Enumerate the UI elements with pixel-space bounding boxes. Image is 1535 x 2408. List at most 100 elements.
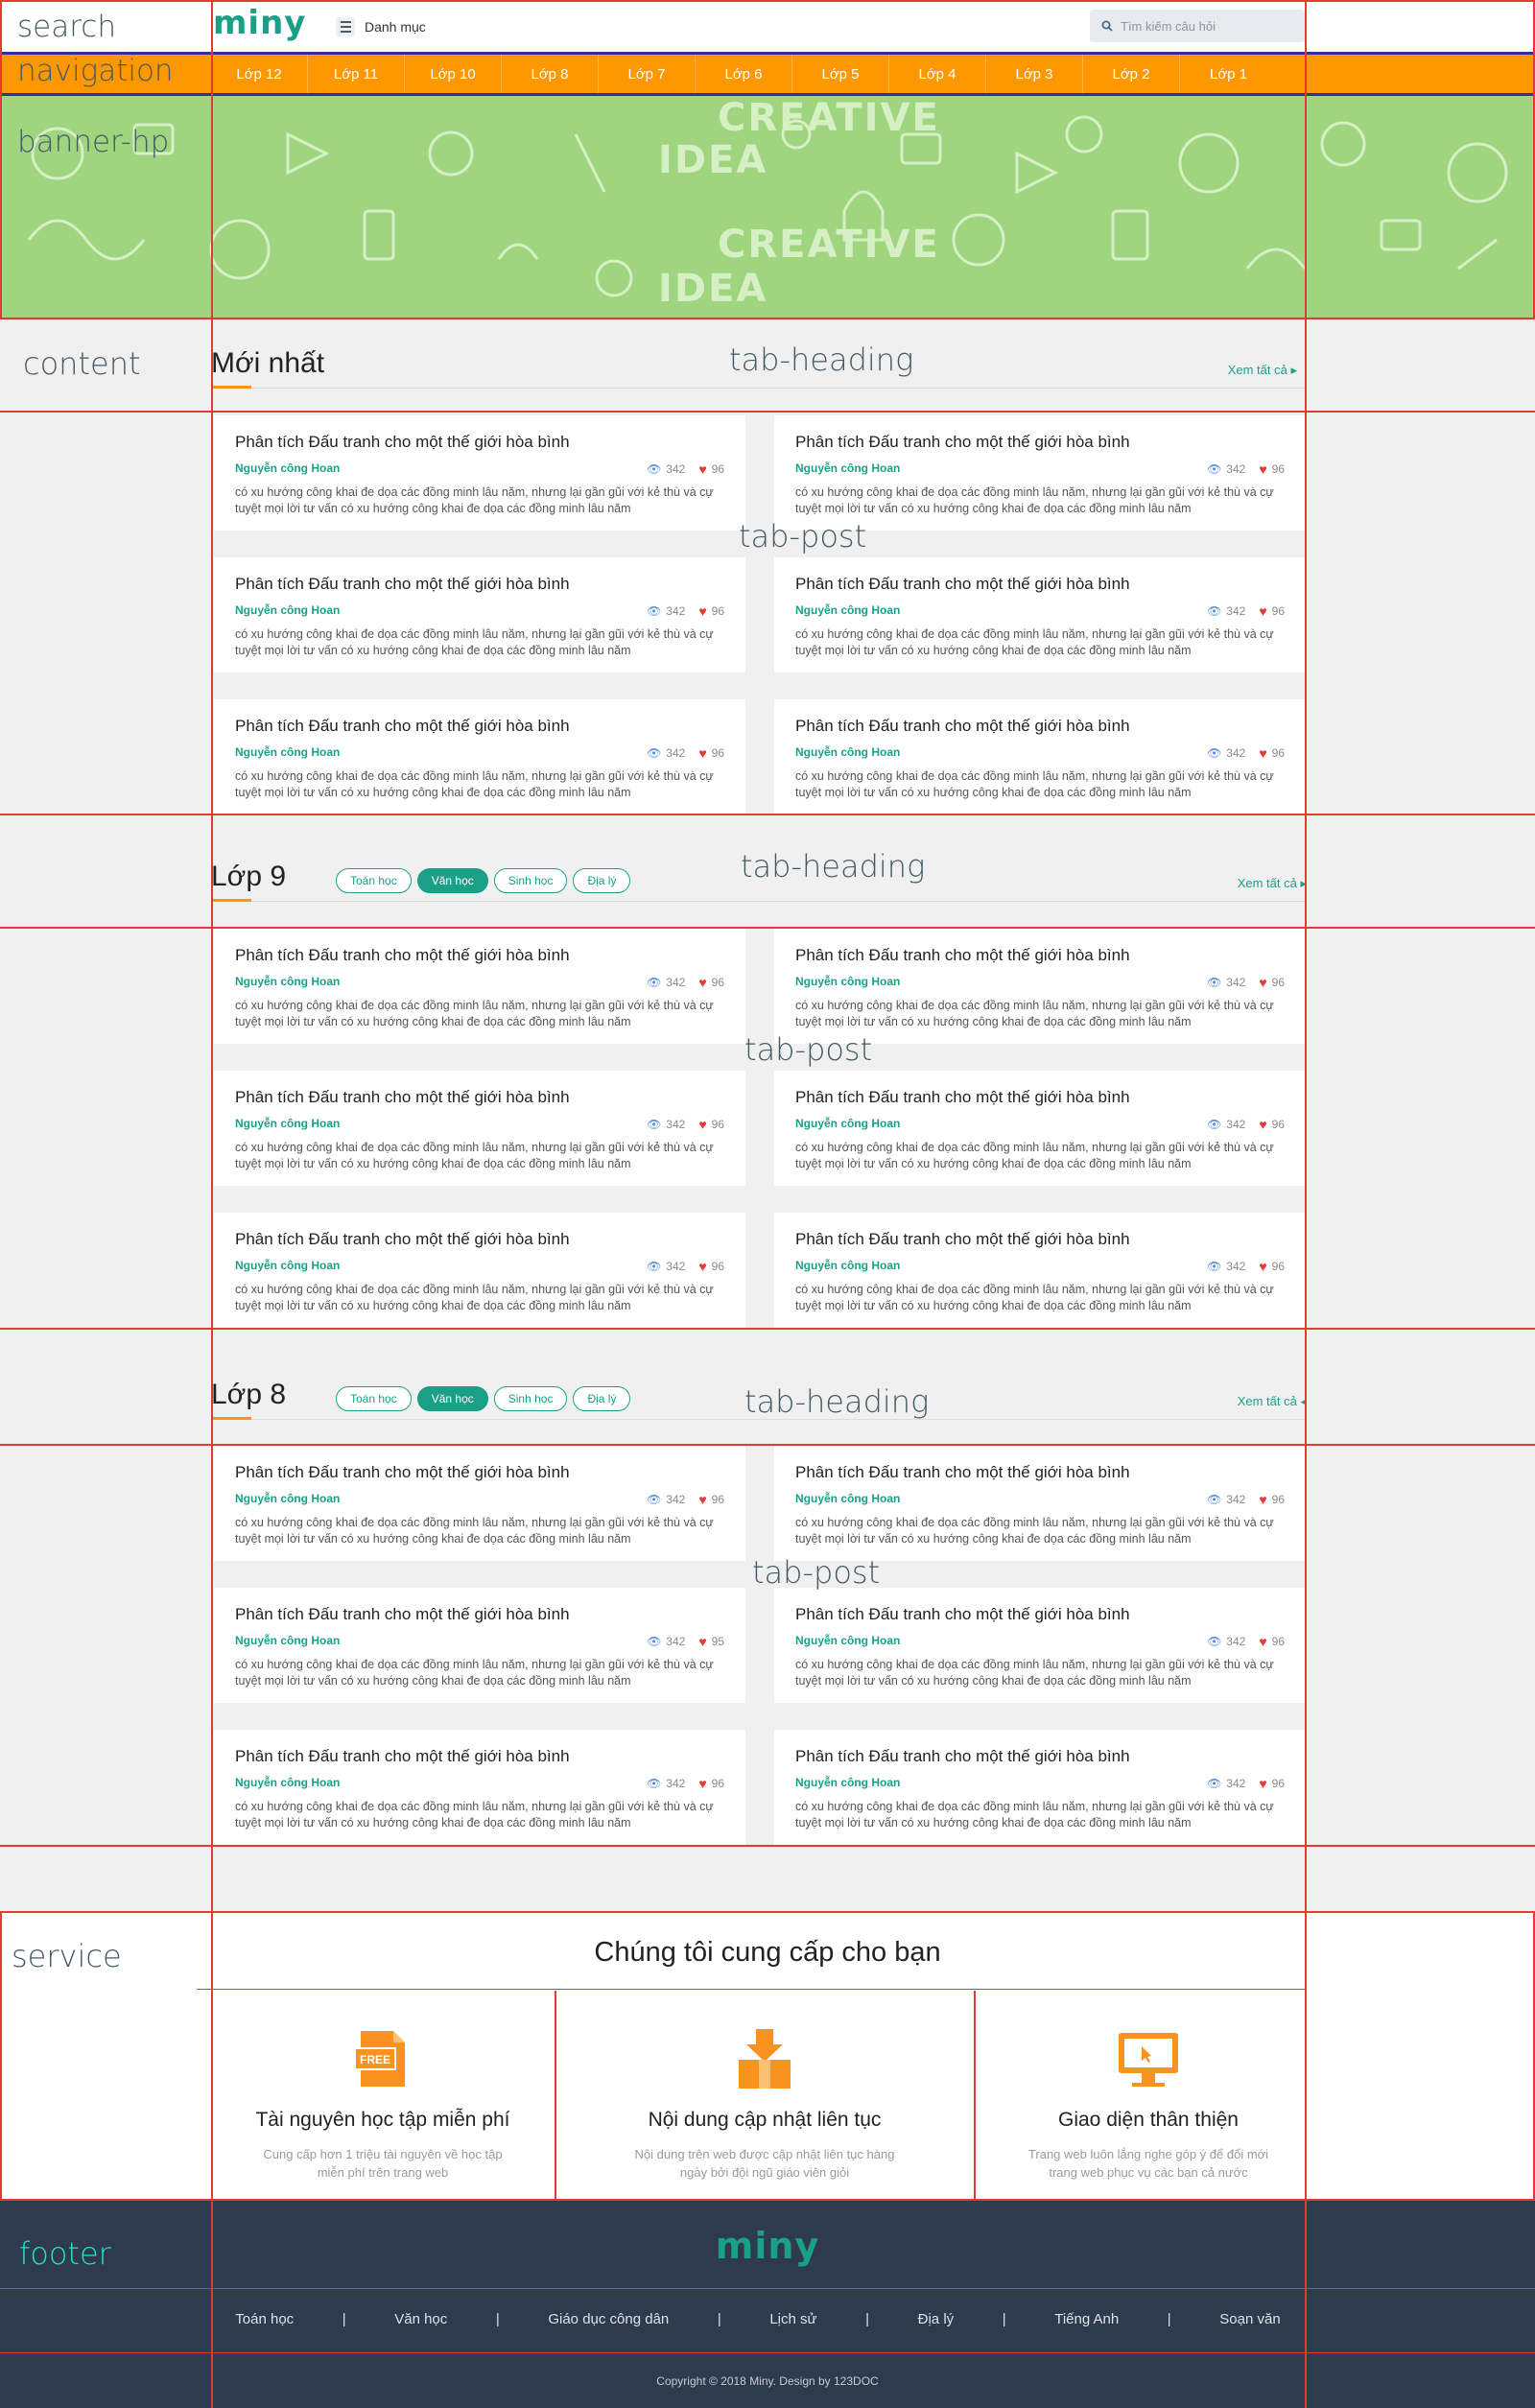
post-card[interactable]: Phân tích Đấu tranh cho một thế giới hòa… [214, 1588, 745, 1703]
nav-item[interactable]: Lớp 7 [599, 55, 696, 93]
post-author[interactable]: Nguyễn công Hoan [235, 1776, 340, 1791]
subject-tab[interactable]: Địa lý [573, 1386, 631, 1411]
post-author[interactable]: Nguyễn công Hoan [795, 745, 900, 761]
subject-tab[interactable]: Văn học [416, 1386, 488, 1411]
post-title[interactable]: Phân tích Đấu tranh cho một thế giới hòa… [235, 946, 724, 965]
post-author[interactable]: Nguyễn công Hoan [795, 1776, 900, 1791]
site-logo[interactable]: miny [213, 6, 306, 40]
post-title[interactable]: Phân tích Đấu tranh cho một thế giới hòa… [235, 1747, 724, 1766]
section-title: Mới nhất [211, 347, 325, 379]
post-author[interactable]: Nguyễn công Hoan [795, 603, 900, 619]
post-author[interactable]: Nguyễn công Hoan [795, 1634, 900, 1649]
subject-tab[interactable]: Sinh học [493, 868, 568, 893]
post-title[interactable]: Phân tích Đấu tranh cho một thế giới hòa… [235, 575, 724, 594]
nav-item[interactable]: Lớp 2 [1083, 55, 1180, 93]
footer-link[interactable]: Văn học [394, 2311, 447, 2327]
post-author[interactable]: Nguyễn công Hoan [235, 745, 340, 761]
post-card[interactable]: Phân tích Đấu tranh cho một thế giới hòa… [774, 415, 1306, 531]
post-title[interactable]: Phân tích Đấu tranh cho một thế giới hòa… [235, 1605, 724, 1624]
post-title[interactable]: Phân tích Đấu tranh cho một thế giới hòa… [795, 1230, 1285, 1249]
post-card[interactable]: Phân tích Đấu tranh cho một thế giới hòa… [774, 1588, 1306, 1703]
post-card[interactable]: Phân tích Đấu tranh cho một thế giới hòa… [774, 1446, 1306, 1561]
post-title[interactable]: Phân tích Đấu tranh cho một thế giới hòa… [795, 575, 1285, 594]
post-card[interactable]: Phân tích Đấu tranh cho một thế giới hòa… [214, 1730, 745, 1845]
post-author[interactable]: Nguyễn công Hoan [235, 603, 340, 619]
subject-tab[interactable]: Sinh học [493, 1386, 568, 1411]
post-card[interactable]: Phân tích Đấu tranh cho một thế giới hòa… [214, 1071, 745, 1186]
search-box[interactable]: Tìm kiếm câu hỏi [1090, 10, 1305, 42]
see-all-link[interactable]: Xem tất cả ◂ [1238, 1394, 1307, 1409]
post-card[interactable]: Phân tích Đấu tranh cho một thế giới hòa… [214, 415, 745, 531]
post-author[interactable]: Nguyễn công Hoan [795, 461, 900, 477]
post-excerpt: có xu hướng công khai đe dọa các đồng mi… [795, 769, 1274, 799]
post-title[interactable]: Phân tích Đấu tranh cho một thế giới hòa… [235, 433, 724, 452]
post-title[interactable]: Phân tích Đấu tranh cho một thế giới hòa… [235, 1088, 724, 1107]
post-title[interactable]: Phân tích Đấu tranh cho một thế giới hòa… [795, 1088, 1285, 1107]
post-card[interactable]: Phân tích Đấu tranh cho một thế giới hòa… [774, 1071, 1306, 1186]
post-title[interactable]: Phân tích Đấu tranh cho một thế giới hòa… [235, 717, 724, 736]
footer-link[interactable]: Toán học [235, 2311, 294, 2327]
service-item-free: FREE Tài nguyên học tập miễn phí Cung cấ… [211, 1993, 555, 2198]
post-author[interactable]: Nguyễn công Hoan [795, 1259, 900, 1274]
post-card[interactable]: Phân tích Đấu tranh cho một thế giới hòa… [774, 699, 1306, 814]
post-author[interactable]: Nguyễn công Hoan [235, 975, 340, 990]
nav-item[interactable]: Lớp 11 [308, 55, 405, 93]
see-all-link[interactable]: Xem tất cả ▸ [1228, 363, 1297, 378]
post-author[interactable]: Nguyễn công Hoan [795, 975, 900, 990]
nav-item[interactable]: Lớp 10 [405, 55, 502, 93]
post-card[interactable]: Phân tích Đấu tranh cho một thế giới hòa… [214, 699, 745, 814]
post-card[interactable]: Phân tích Đấu tranh cho một thế giới hòa… [774, 1213, 1306, 1328]
service-item-title: Giao diện thân thiện [1058, 2109, 1239, 2131]
post-title[interactable]: Phân tích Đấu tranh cho một thế giới hòa… [235, 1230, 724, 1249]
post-card[interactable]: Phân tích Đấu tranh cho một thế giới hòa… [214, 557, 745, 673]
heart-icon: ♥ [698, 1117, 707, 1132]
post-title[interactable]: Phân tích Đấu tranh cho một thế giới hòa… [235, 1463, 724, 1482]
nav-item[interactable]: Lớp 1 [1180, 55, 1277, 93]
post-author[interactable]: Nguyễn công Hoan [795, 1492, 900, 1507]
post-author[interactable]: Nguyễn công Hoan [235, 461, 340, 477]
post-author[interactable]: Nguyễn công Hoan [235, 1259, 340, 1274]
footer-link[interactable]: Giáo dục công dân [548, 2311, 669, 2327]
eye-icon: 👁 [647, 1118, 662, 1131]
subject-tab[interactable]: Địa lý [573, 868, 631, 893]
post-title[interactable]: Phân tích Đấu tranh cho một thế giới hòa… [795, 717, 1285, 736]
post-author[interactable]: Nguyễn công Hoan [235, 1634, 340, 1649]
post-card[interactable]: Phân tích Đấu tranh cho một thế giới hòa… [214, 1213, 745, 1328]
see-all-link[interactable]: Xem tất cả ▸ [1238, 876, 1307, 891]
footer-logo-text: miny [715, 2225, 820, 2267]
post-title[interactable]: Phân tích Đấu tranh cho một thế giới hòa… [795, 1747, 1285, 1766]
post-title[interactable]: Phân tích Đấu tranh cho một thế giới hòa… [795, 1605, 1285, 1624]
category-menu-button[interactable]: Danh mục [336, 17, 426, 36]
service-item-desc: Trang web luôn lắng nghe góp ý để đổi mớ… [1027, 2147, 1269, 2180]
footer-link[interactable]: Địa lý [918, 2311, 955, 2327]
nav-item[interactable]: Lớp 12 [211, 55, 308, 93]
like-count-value: 96 [1271, 1493, 1285, 1506]
post-author[interactable]: Nguyễn công Hoan [235, 1492, 340, 1507]
nav-item[interactable]: Lớp 5 [792, 55, 889, 93]
footer-link[interactable]: Soạn văn [1219, 2311, 1280, 2327]
guide-label: banner-hp [17, 125, 170, 159]
post-title[interactable]: Phân tích Đấu tranh cho một thế giới hòa… [795, 1463, 1285, 1482]
heart-icon: ♥ [1259, 975, 1267, 990]
post-author[interactable]: Nguyễn công Hoan [235, 1117, 340, 1132]
search-input[interactable]: Tìm kiếm câu hỏi [1121, 19, 1216, 34]
footer-link[interactable]: Tiếng Anh [1054, 2311, 1119, 2327]
subject-tab[interactable]: Toán học [336, 868, 412, 893]
nav-item[interactable]: Lớp 6 [696, 55, 792, 93]
nav-item[interactable]: Lớp 3 [986, 55, 1083, 93]
post-title[interactable]: Phân tích Đấu tranh cho một thế giới hòa… [795, 433, 1285, 452]
post-card[interactable]: Phân tích Đấu tranh cho một thế giới hòa… [214, 929, 745, 1044]
post-excerpt: có xu hướng công khai đe dọa các đồng mi… [795, 1658, 1274, 1688]
subject-tab[interactable]: Toán học [336, 1386, 412, 1411]
post-card[interactable]: Phân tích Đấu tranh cho một thế giới hòa… [774, 929, 1306, 1044]
subject-tab[interactable]: Văn học [416, 868, 488, 893]
post-author[interactable]: Nguyễn công Hoan [795, 1117, 900, 1132]
footer-link[interactable]: Lịch sử [769, 2311, 816, 2327]
like-count: ♥ 96 [698, 1776, 724, 1791]
post-title[interactable]: Phân tích Đấu tranh cho một thế giới hòa… [795, 946, 1285, 965]
nav-item[interactable]: Lớp 4 [889, 55, 986, 93]
nav-item[interactable]: Lớp 8 [502, 55, 599, 93]
post-card[interactable]: Phân tích Đấu tranh cho một thế giới hòa… [774, 1730, 1306, 1845]
post-card[interactable]: Phân tích Đấu tranh cho một thế giới hòa… [214, 1446, 745, 1561]
post-card[interactable]: Phân tích Đấu tranh cho một thế giới hòa… [774, 557, 1306, 673]
